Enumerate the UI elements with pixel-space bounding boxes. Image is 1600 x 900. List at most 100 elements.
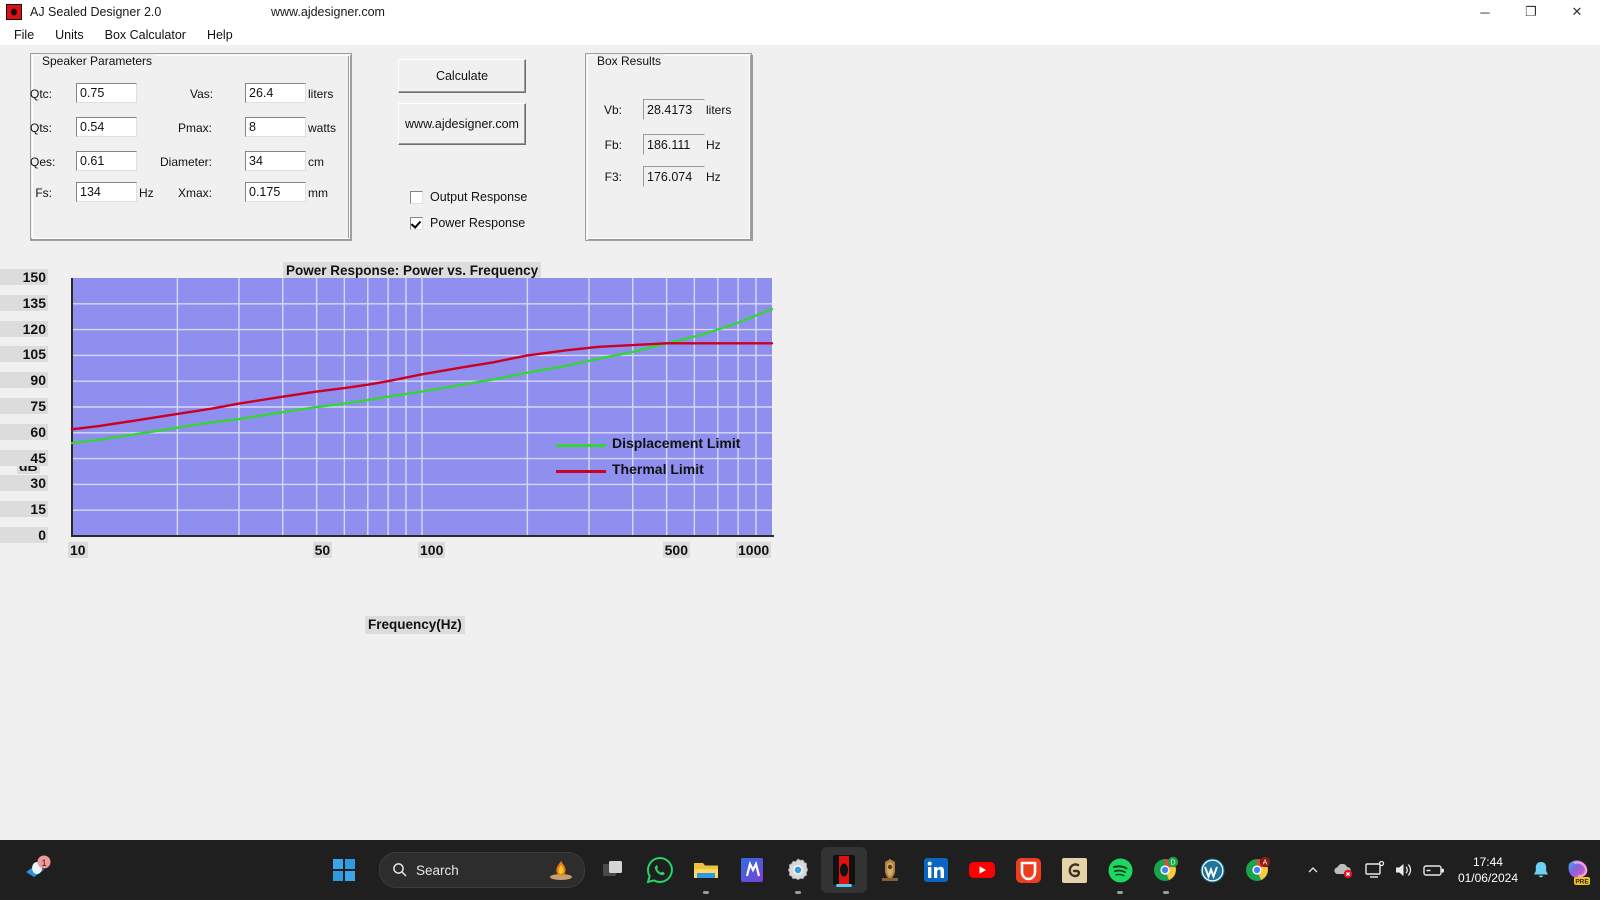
taskbar-item-chrome-a[interactable]: A xyxy=(1235,840,1281,900)
output-response-checkbox[interactable] xyxy=(410,190,423,204)
chrome-icon: D xyxy=(1154,856,1179,881)
menu-item-box-calculator[interactable]: Box Calculator xyxy=(97,26,194,44)
diameter-label: Diameter: xyxy=(159,155,212,169)
taskbar-item-settings[interactable] xyxy=(775,840,821,900)
running-indicator xyxy=(836,884,852,887)
fb-value: 186.111 xyxy=(643,134,705,155)
box-results-title: Box Results xyxy=(594,54,665,68)
svg-text:D: D xyxy=(1170,860,1175,867)
search-box[interactable]: Search xyxy=(379,852,585,888)
diameter-input[interactable]: 34 xyxy=(245,151,306,171)
chart-xtick-label: 10 xyxy=(68,542,88,558)
taskbar-item-file-explorer[interactable] xyxy=(683,840,729,900)
menu-item-help[interactable]: Help xyxy=(199,26,241,44)
website-button[interactable]: www.ajdesigner.com xyxy=(398,103,526,145)
taskbar-item-youtube[interactable] xyxy=(959,840,1005,900)
tray-no-internet-icon[interactable] xyxy=(1326,840,1360,900)
vas-input[interactable]: 26.4 xyxy=(245,83,306,103)
search-placeholder: Search xyxy=(416,862,459,878)
chart-xtick-label: 100 xyxy=(418,542,446,558)
folder-icon xyxy=(694,863,718,878)
chart-ytick-label: 105 xyxy=(0,346,48,363)
taskbar-item-gnome-app[interactable] xyxy=(1051,840,1097,900)
crest-icon xyxy=(882,859,898,881)
start-button[interactable] xyxy=(319,840,369,900)
search-icon xyxy=(393,863,407,877)
taskbar-item-whatsapp[interactable] xyxy=(637,840,683,900)
fs-unit: Hz xyxy=(139,186,154,200)
cloud-error-icon xyxy=(1334,863,1353,879)
window-title: AJ Sealed Designer 2.0 xyxy=(30,5,162,19)
vas-unit: liters xyxy=(308,87,334,101)
chart-xtick-label: 1000 xyxy=(736,542,772,558)
spotify-icon xyxy=(1108,858,1132,882)
legend-label-0: Displacement Limit xyxy=(612,435,741,451)
taskbar-item-wordpress[interactable] xyxy=(1189,840,1235,900)
calculate-button[interactable]: Calculate xyxy=(398,59,526,93)
f3-label: F3: xyxy=(604,170,622,184)
system-tray: 17:44 01/06/2024 PRE xyxy=(1300,840,1600,900)
qes-input[interactable]: 0.61 xyxy=(76,151,137,171)
taskbar-item-task-view[interactable] xyxy=(591,840,637,900)
tray-battery-icon[interactable] xyxy=(1418,840,1450,900)
fs-input[interactable]: 134 xyxy=(76,182,137,202)
monitor-network-icon xyxy=(1365,861,1385,878)
speaker-icon xyxy=(1395,864,1412,876)
f3-unit: Hz xyxy=(706,170,721,184)
tray-volume-icon[interactable] xyxy=(1390,840,1418,900)
taskbar-item-chrome-d[interactable]: D xyxy=(1143,840,1189,900)
power-response-chart: Power Response: Power vs. Frequency dB F… xyxy=(0,250,800,634)
chart-ytick-label: 30 xyxy=(0,475,48,492)
app-icon xyxy=(6,4,22,20)
minimize-button[interactable]: ─ xyxy=(1462,0,1508,24)
battery-icon xyxy=(1423,865,1444,876)
taskbar-item-aj-designer[interactable] xyxy=(821,847,867,893)
taskbar-item-app-blue-m[interactable] xyxy=(729,840,775,900)
qtc-input[interactable]: 0.75 xyxy=(76,83,137,103)
chart-ytick-label: 90 xyxy=(0,372,48,389)
bell-icon xyxy=(1534,862,1548,878)
notifications-button[interactable] xyxy=(1526,840,1556,900)
copilot-button[interactable]: PRE xyxy=(1556,840,1600,900)
output-response-checkbox-row[interactable]: Output Response xyxy=(410,190,527,204)
vas-label: Vas: xyxy=(190,87,214,101)
client-area: Speaker Parameters Qtc: 0.75 Qts: 0.54 Q… xyxy=(0,45,1600,840)
speaker-parameters-title: Speaker Parameters xyxy=(39,54,156,68)
menubar: File Units Box Calculator Help xyxy=(0,24,1600,45)
youtube-icon xyxy=(969,862,995,878)
legend-swatch-1 xyxy=(556,470,606,473)
xmax-input[interactable]: 0.175 xyxy=(245,182,306,202)
qtc-label: Qtc: xyxy=(30,87,53,101)
menu-item-units[interactable]: Units xyxy=(47,26,91,44)
qts-input[interactable]: 0.54 xyxy=(76,117,137,137)
taskbar-item-crest-app[interactable] xyxy=(867,840,913,900)
task-view-icon xyxy=(603,861,622,876)
f3-value: 176.074 xyxy=(643,166,705,187)
close-button[interactable]: ✕ xyxy=(1554,0,1600,24)
pmax-unit: watts xyxy=(308,121,337,135)
taskbar-item-linkedin[interactable] xyxy=(913,840,959,900)
tray-network-icon[interactable] xyxy=(1360,840,1390,900)
running-indicator xyxy=(1117,891,1123,894)
qts-label: Qts: xyxy=(30,121,53,135)
taskbar-item-opera-gx[interactable] xyxy=(1005,840,1051,900)
clock-time: 17:44 xyxy=(1472,855,1503,869)
chart-ytick-label: 45 xyxy=(0,449,48,466)
taskbar-clock[interactable]: 17:44 01/06/2024 xyxy=(1450,854,1526,886)
chart-ytick-label: 75 xyxy=(0,398,48,414)
window-titlebar: AJ Sealed Designer 2.0 www.ajdesigner.co… xyxy=(0,0,1600,25)
chevron-up-icon xyxy=(1308,867,1318,873)
power-response-checkbox-row[interactable]: Power Response xyxy=(410,216,525,230)
pmax-input[interactable]: 8 xyxy=(245,117,306,137)
taskbar-item-spotify[interactable] xyxy=(1097,840,1143,900)
copilot-badge-text: PRE xyxy=(1575,878,1589,885)
power-response-checkbox[interactable] xyxy=(410,216,423,230)
tray-overflow-button[interactable] xyxy=(1300,840,1326,900)
running-indicator xyxy=(703,891,709,894)
running-indicator xyxy=(795,891,801,894)
copilot-icon: PRE xyxy=(1568,860,1590,885)
aj-designer-icon xyxy=(833,855,855,885)
chart-xlabel: Frequency(Hz) xyxy=(365,616,465,634)
maximize-button[interactable]: ❐ xyxy=(1508,0,1554,24)
menu-item-file[interactable]: File xyxy=(6,26,42,44)
